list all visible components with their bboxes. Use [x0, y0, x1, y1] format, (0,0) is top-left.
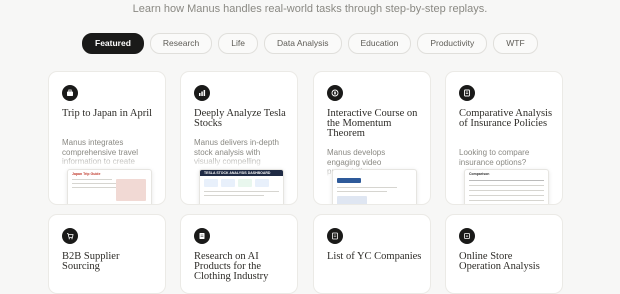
- card-description: Manus delivers in-depth stock analysis w…: [194, 138, 279, 166]
- card-title: B2B Supplier Sourcing: [62, 251, 120, 272]
- tab-life[interactable]: Life: [218, 33, 259, 54]
- use-case-card[interactable]: Deeply Analyze Tesla Stocks Manus delive…: [180, 71, 298, 205]
- tab-productivity[interactable]: Productivity: [417, 33, 488, 54]
- chart-icon: [194, 85, 210, 101]
- tab-research[interactable]: Research: [149, 33, 213, 54]
- use-case-card[interactable]: Trip to Japan in April Manus integrates …: [48, 71, 166, 205]
- preview-thumbnail: Comparison: [464, 169, 549, 204]
- card-title: Research on AI Products for the Clothing…: [194, 251, 269, 282]
- use-case-card[interactable]: Comparative Analysis of Insurance Polici…: [445, 71, 563, 205]
- card-title: Comparative Analysis of Insurance Polici…: [459, 108, 553, 129]
- use-case-card[interactable]: Interactive Course on the Momentum Theor…: [313, 71, 431, 205]
- cart-icon: [62, 228, 78, 244]
- book-icon: [194, 228, 210, 244]
- tab-wtf[interactable]: WTF: [493, 33, 538, 54]
- suitcase-icon: [62, 85, 78, 101]
- thumbnail-title: Comparison: [469, 172, 490, 176]
- preview-thumbnail: Japan Trip Guide: [67, 169, 152, 204]
- card-title: Trip to Japan in April: [62, 108, 153, 119]
- use-case-card[interactable]: Research on AI Products for the Clothing…: [180, 214, 298, 294]
- use-case-card[interactable]: B2B Supplier Sourcing: [48, 214, 166, 294]
- store-icon: [459, 228, 475, 244]
- card-title: Online Store Operation Analysis: [459, 251, 540, 272]
- thumbnail-title: Japan Trip Guide: [72, 172, 101, 176]
- preview-thumbnail: TESLA STOCK ANALYSIS DASHBOARD: [199, 169, 284, 204]
- tab-featured[interactable]: Featured: [82, 33, 144, 54]
- list-icon: [327, 228, 343, 244]
- compass-icon: [327, 85, 343, 101]
- tab-data-analysis[interactable]: Data Analysis: [264, 33, 342, 54]
- thumbnail-title: TESLA STOCK ANALYSIS DASHBOARD: [204, 171, 271, 175]
- card-title: Interactive Course on the Momentum Theor…: [327, 108, 418, 139]
- document-icon: [459, 85, 475, 101]
- use-case-card[interactable]: List of YC Companies: [313, 214, 431, 294]
- tab-education[interactable]: Education: [347, 33, 412, 54]
- card-title: List of YC Companies: [327, 251, 422, 262]
- use-case-card[interactable]: Online Store Operation Analysis: [445, 214, 563, 294]
- page-subtitle: Learn how Manus handles real-world tasks…: [132, 3, 488, 15]
- card-description: Manus integrates comprehensive travel in…: [62, 138, 139, 166]
- card-title: Deeply Analyze Tesla Stocks: [194, 108, 286, 129]
- category-tabs: Featured Research Life Data Analysis Edu…: [82, 33, 538, 54]
- preview-thumbnail: [332, 169, 417, 204]
